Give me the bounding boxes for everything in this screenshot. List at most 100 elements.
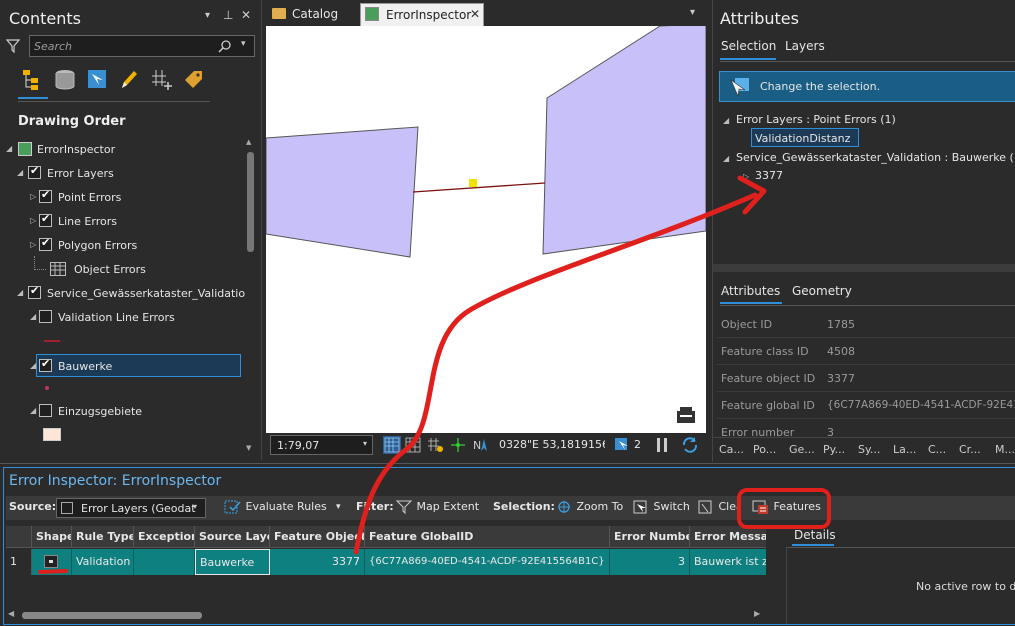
column-header-feature-objectid[interactable]: Feature ObjectID [270, 526, 365, 548]
table-row[interactable]: 1 Validation Bauwerke 3377 {6C77A869-40E… [6, 549, 766, 575]
scroll-thumb[interactable] [247, 152, 254, 252]
scroll-right-icon[interactable]: ▶ [754, 609, 760, 618]
pane-tab[interactable]: Po... [753, 443, 776, 456]
pane-tab[interactable]: Py... [823, 443, 845, 456]
pane-tab[interactable]: La... [893, 443, 916, 456]
fixed-scale-icon[interactable] [383, 436, 401, 454]
map-view[interactable] [266, 26, 706, 433]
selection-group-point-errors[interactable]: Error Layers : Point Errors (1) [736, 113, 896, 126]
tree-item-line-errors[interactable]: ▷ Line Errors [0, 212, 240, 232]
constraints-icon[interactable] [449, 437, 467, 453]
tree-item-map[interactable]: ◢ ErrorInspector [0, 140, 240, 160]
evaluate-rules-button[interactable]: Evaluate Rules [224, 496, 327, 518]
field-value[interactable]: {6C77A869-40ED-4541-ACDF-92E415 [827, 399, 1015, 411]
scale-dropdown[interactable]: 1:79,07 ▾ [270, 435, 373, 455]
tab-list-dropdown-icon[interactable]: ▾ [690, 7, 695, 18]
features-button[interactable]: Features [752, 496, 821, 518]
selection-item-3377[interactable]: 3377 [755, 169, 783, 182]
search-input[interactable]: Search ▾ [29, 35, 255, 57]
feature-globalid-cell[interactable]: {6C77A869-40ED-4541-ACDF-92E415564B1C} [365, 549, 610, 575]
tree-item-object-errors[interactable]: Object Errors [0, 256, 240, 280]
change-selection-button[interactable]: Change the selection. [719, 71, 1015, 102]
pane-options-icon[interactable]: ▾ [205, 10, 210, 21]
list-by-selection-icon[interactable] [86, 68, 108, 92]
collapse-icon[interactable]: ◢ [723, 154, 729, 163]
refresh-icon[interactable] [681, 436, 699, 454]
collapse-icon[interactable]: ◢ [30, 406, 36, 415]
tab-selection[interactable]: Selection [721, 39, 776, 53]
pause-drawing-icon[interactable] [655, 437, 669, 453]
tab-attributes[interactable]: Attributes [721, 284, 780, 298]
pin-icon[interactable]: ⊥ [223, 8, 233, 22]
close-tab-icon[interactable]: ✕ [470, 7, 480, 21]
switch-button[interactable]: Switch [632, 496, 690, 518]
column-header-error-message[interactable]: Error Message [690, 526, 766, 548]
field-value[interactable]: 3377 [827, 372, 855, 385]
column-header-rule-type[interactable]: Rule Type [72, 526, 134, 548]
visibility-checkbox[interactable] [28, 284, 41, 299]
scroll-left-icon[interactable]: ◀ [8, 609, 14, 618]
source-layer-cell[interactable]: Bauwerke [195, 549, 270, 575]
scroll-up-icon[interactable]: ▲ [246, 138, 251, 146]
pane-tab[interactable]: Ge... [789, 443, 815, 456]
collapse-icon[interactable]: ◢ [17, 288, 23, 297]
filter-icon[interactable] [5, 39, 21, 54]
expand-icon[interactable]: ▷ [743, 172, 749, 181]
pane-tab[interactable]: M... [995, 443, 1015, 456]
error-message-cell[interactable]: Bauwerk ist z [690, 549, 766, 575]
tree-item-bauwerke[interactable]: Bauwerke [36, 354, 241, 377]
clear-button[interactable]: Clear [697, 496, 739, 518]
tree-item-einzugsgebiete[interactable]: ◢ Einzugsgebiete [0, 402, 240, 422]
map-extent-button[interactable]: Map Extent [395, 496, 479, 518]
scroll-down-icon[interactable]: ▼ [246, 444, 251, 452]
feature-objectid-cell[interactable]: 3377 [270, 549, 365, 575]
evaluate-dropdown-icon[interactable]: ▾ [336, 496, 341, 518]
tab-error-inspector[interactable]: ErrorInspector ✕ [360, 3, 484, 26]
selection-group-bauwerke[interactable]: Service_Gewässerkataster_Validation : Ba… [736, 151, 1015, 164]
column-header-shape[interactable]: Shape [32, 526, 72, 548]
map-overview-icon[interactable] [676, 406, 696, 424]
tree-item-validation-line-errors[interactable]: ◢ Validation Line Errors [0, 308, 240, 328]
tab-details[interactable]: Details [794, 528, 836, 542]
list-by-editing-icon[interactable] [118, 68, 140, 92]
collapse-icon[interactable]: ◢ [17, 168, 23, 177]
expand-icon[interactable]: ▷ [30, 216, 36, 225]
source-dropdown[interactable]: Error Layers (Geodat ▾ [56, 498, 206, 518]
column-header-exception[interactable]: Exception [134, 526, 195, 548]
table-hscrollbar[interactable]: ◀ ▶ [6, 609, 766, 621]
collapse-icon[interactable]: ◢ [30, 361, 36, 370]
field-value[interactable]: 4508 [827, 345, 855, 358]
pane-tab[interactable]: C... [928, 443, 946, 456]
snapping-icon[interactable] [427, 437, 445, 453]
zoom-to-button[interactable]: Zoom To [555, 496, 623, 518]
pane-tab[interactable]: Ca... [719, 443, 744, 456]
close-icon[interactable]: ✕ [241, 8, 251, 22]
column-header-error-number[interactable]: Error Number [610, 526, 690, 548]
grid-icon[interactable] [405, 437, 421, 453]
north-arrow-icon[interactable]: N [472, 436, 490, 454]
contents-scrollbar[interactable]: ▲ ▼ [246, 138, 255, 454]
list-by-snapping-icon[interactable] [150, 68, 174, 92]
collapse-icon[interactable]: ◢ [6, 144, 12, 153]
field-value[interactable]: 3 [827, 426, 834, 437]
pane-tab[interactable]: Sy... [858, 443, 880, 456]
error-number-cell[interactable]: 3 [610, 549, 690, 575]
visibility-checkbox[interactable] [39, 212, 52, 227]
visibility-checkbox[interactable] [39, 188, 52, 203]
expand-icon[interactable]: ▷ [30, 240, 36, 249]
column-header-source-layer[interactable]: Source Layer [195, 526, 270, 548]
shape-cell[interactable] [32, 549, 72, 575]
list-by-drawing-order-icon[interactable] [20, 67, 46, 93]
collapse-icon[interactable]: ◢ [723, 116, 729, 125]
pane-tab[interactable]: Cr... [959, 443, 981, 456]
list-by-labeling-icon[interactable] [182, 68, 206, 92]
visibility-checkbox[interactable] [39, 236, 52, 251]
list-by-source-icon[interactable] [54, 68, 76, 92]
tab-geometry[interactable]: Geometry [792, 284, 852, 298]
search-icon[interactable] [218, 39, 232, 56]
rule-type-cell[interactable]: Validation [72, 549, 134, 575]
splitter[interactable] [713, 264, 1015, 272]
tree-item-polygon-errors[interactable]: ▷ Polygon Errors [0, 236, 240, 256]
column-header-feature-globalid[interactable]: Feature GlobalID [365, 526, 610, 548]
exception-cell[interactable] [134, 549, 195, 575]
